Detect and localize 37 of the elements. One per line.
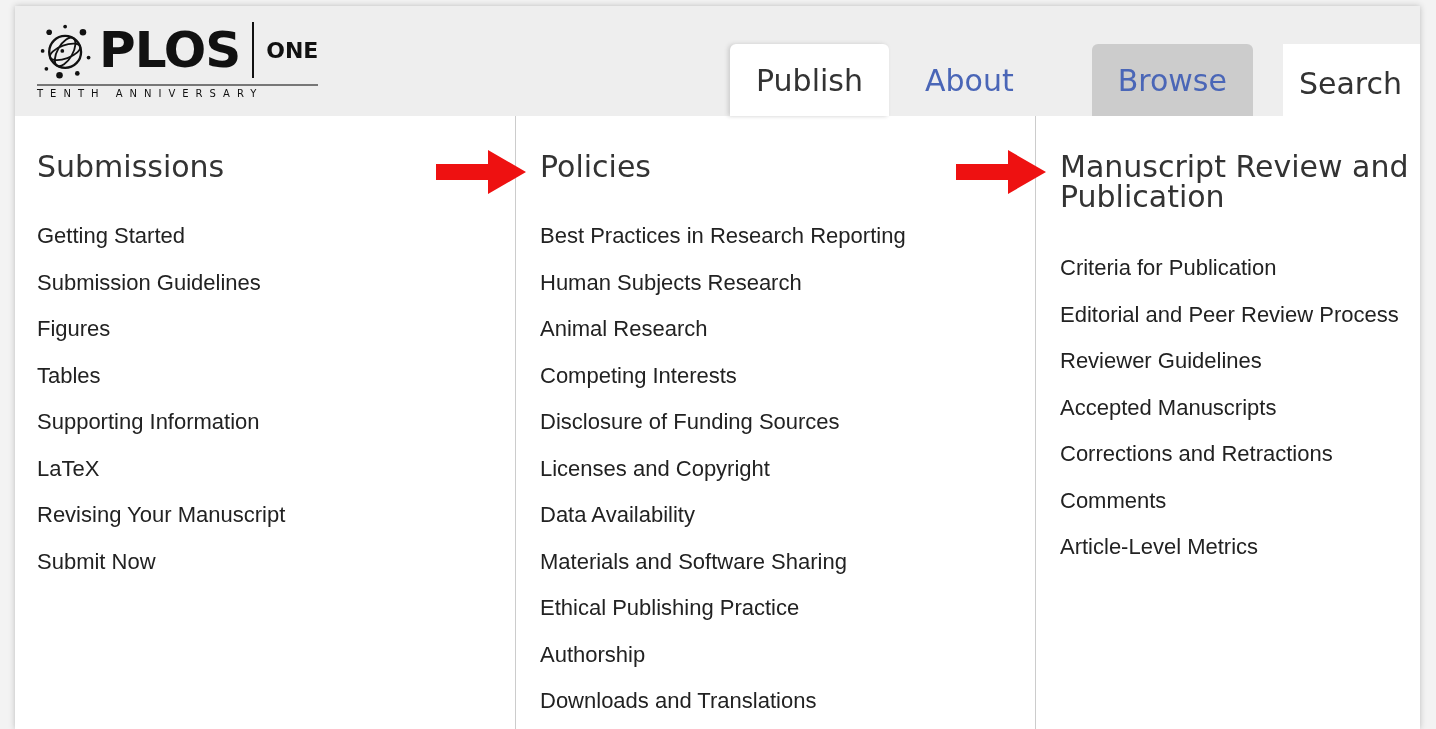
column-heading: Submissions bbox=[37, 148, 225, 182]
logo-tagline: TENTH ANNIVERSARY bbox=[37, 88, 265, 99]
menu-link[interactable]: Human Subjects Research bbox=[540, 270, 1035, 317]
menu-link[interactable]: Figures bbox=[37, 317, 515, 364]
menu-link[interactable]: Tables bbox=[37, 363, 515, 410]
menu-link[interactable]: Comments bbox=[1060, 488, 1420, 535]
menu-link[interactable]: Ethical Publishing Practice bbox=[540, 596, 1035, 643]
menu-link[interactable]: Reviewer Guidelines bbox=[1060, 349, 1420, 396]
column-heading: Manuscript Review and Publication bbox=[1060, 148, 1410, 212]
menu-link[interactable]: Article-Level Metrics bbox=[1060, 535, 1420, 582]
menu-link[interactable]: Competing Interests bbox=[540, 363, 1035, 410]
menu-link[interactable]: Submission Guidelines bbox=[37, 270, 515, 317]
menu-link[interactable]: Materials and Software Sharing bbox=[540, 549, 1035, 596]
logo-wordmark: PLOS bbox=[99, 22, 255, 78]
nav-tab[interactable]: About bbox=[899, 44, 1040, 116]
menu-link[interactable]: Best Practices in Research Reporting bbox=[540, 224, 1035, 271]
menu-link[interactable]: Criteria for Publication bbox=[1060, 256, 1420, 303]
arrow-icon bbox=[956, 150, 1046, 194]
menu-link[interactable]: Accepted Manuscripts bbox=[1060, 395, 1420, 442]
menu-link[interactable]: Submit Now bbox=[37, 549, 515, 596]
menu-link[interactable]: Authorship bbox=[540, 642, 1035, 689]
menu-link[interactable]: Downloads and Translations bbox=[540, 689, 1035, 729]
menu-link[interactable]: Revising Your Manuscript bbox=[37, 503, 515, 550]
menu-link[interactable]: Animal Research bbox=[540, 317, 1035, 364]
search-button[interactable]: Search bbox=[1282, 44, 1420, 116]
arrow-icon bbox=[436, 150, 526, 194]
column-heading: Policies bbox=[540, 148, 651, 182]
menu-link[interactable]: Supporting Information bbox=[37, 410, 515, 457]
menu-link[interactable]: Corrections and Retractions bbox=[1060, 442, 1420, 489]
journal-name: ONE bbox=[265, 37, 319, 63]
menu-link[interactable]: LaTeX bbox=[37, 456, 515, 503]
menu-link[interactable]: Editorial and Peer Review Process bbox=[1060, 302, 1420, 349]
menu-link[interactable]: Getting Started bbox=[37, 224, 515, 271]
menu-link[interactable]: Disclosure of Funding Sources bbox=[540, 410, 1035, 457]
menu-link[interactable]: Data Availability bbox=[540, 503, 1035, 550]
menu-link[interactable]: Licenses and Copyright bbox=[540, 456, 1035, 503]
nav-tab[interactable]: Publish bbox=[730, 44, 889, 116]
